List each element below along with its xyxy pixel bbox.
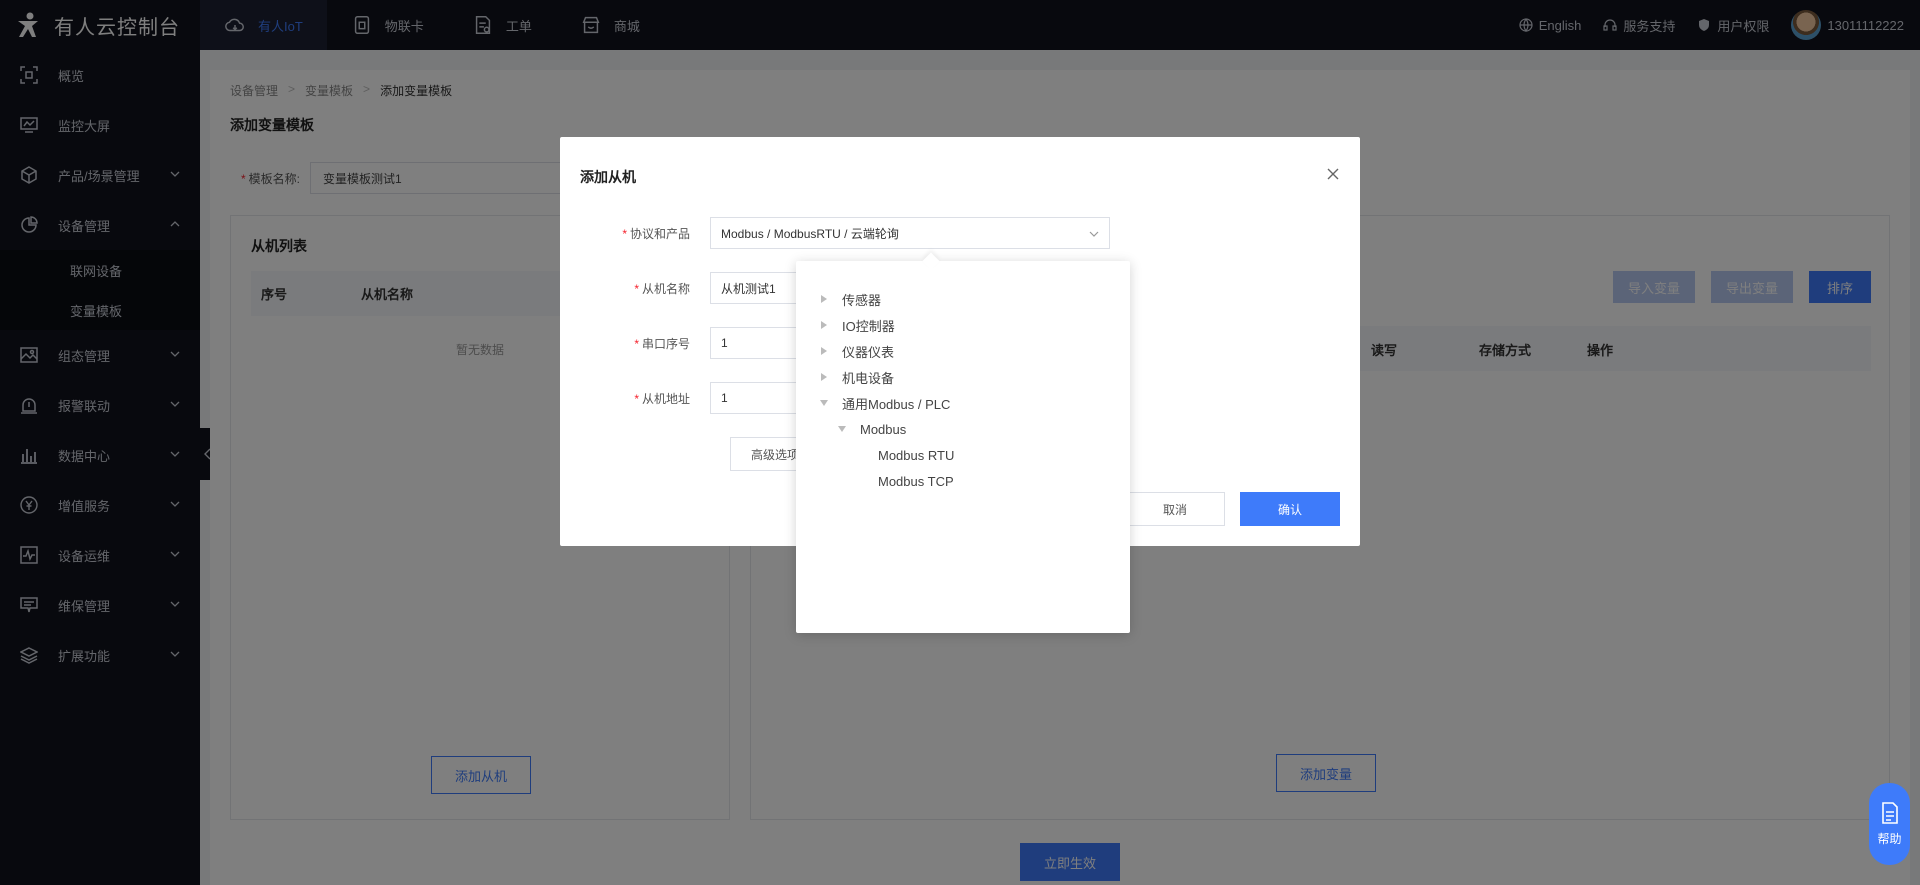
tree-node[interactable]: 传感器 xyxy=(816,286,954,312)
protocol-value: Modbus / ModbusRTU / 云端轮询 xyxy=(721,226,899,241)
modal-title: 添加从机 xyxy=(580,169,636,185)
tree-node-label: 仪器仪表 xyxy=(842,344,895,360)
serial-label-text: 串口序号 xyxy=(641,336,690,351)
tree-node[interactable]: IO控制器 xyxy=(816,312,954,338)
protocol-label-text: 协议和产品 xyxy=(629,226,690,241)
help-button[interactable]: 帮助 xyxy=(1869,783,1910,865)
required-mark: * xyxy=(634,336,639,351)
tree-node-label: 传感器 xyxy=(842,292,882,308)
cancel-button[interactable]: 取消 xyxy=(1125,492,1225,526)
address-label-text: 从机地址 xyxy=(641,391,690,406)
tree-node[interactable]: 通用Modbus / PLC xyxy=(816,390,954,416)
tree-node-label: Modbus RTU xyxy=(878,447,955,463)
close-icon[interactable] xyxy=(1326,167,1340,181)
caret-down-icon xyxy=(834,421,850,437)
tree-node[interactable]: Modbus xyxy=(816,416,954,442)
slave-name-label-text: 从机名称 xyxy=(641,281,690,296)
chevron-down-icon xyxy=(1089,231,1099,237)
required-mark: * xyxy=(622,226,627,241)
tree-node-leaf[interactable]: Modbus TCP xyxy=(816,468,954,494)
caret-down-icon xyxy=(816,395,832,411)
required-mark: * xyxy=(634,391,639,406)
protocol-cascader[interactable]: Modbus / ModbusRTU / 云端轮询 xyxy=(710,217,1110,249)
slave-name-label: * 从机名称 xyxy=(560,280,710,297)
tree-node-label: 机电设备 xyxy=(842,370,895,386)
help-label: 帮助 xyxy=(1877,831,1902,846)
cascader-tree: 传感器 IO控制器 仪器仪表 机电设备 通用Modbus / PLC Modbu… xyxy=(816,286,954,494)
protocol-cascader-dropdown: 传感器 IO控制器 仪器仪表 机电设备 通用Modbus / PLC Modbu… xyxy=(796,261,1130,633)
tree-node-label: Modbus xyxy=(860,421,907,437)
tree-node[interactable]: 机电设备 xyxy=(816,364,954,390)
tree-node-label: IO控制器 xyxy=(842,318,895,334)
protocol-label: * 协议和产品 xyxy=(560,225,710,242)
required-mark: * xyxy=(634,281,639,296)
tree-node-label: Modbus TCP xyxy=(878,473,954,489)
caret-right-icon xyxy=(816,369,832,385)
document-icon xyxy=(1881,801,1898,824)
tree-node-leaf[interactable]: Modbus RTU xyxy=(816,442,954,468)
serial-label: * 串口序号 xyxy=(560,335,710,352)
address-label: * 从机地址 xyxy=(560,390,710,407)
confirm-button[interactable]: 确认 xyxy=(1240,492,1340,526)
tree-node-label: 通用Modbus / PLC xyxy=(842,396,951,412)
caret-right-icon xyxy=(816,343,832,359)
tree-node[interactable]: 仪器仪表 xyxy=(816,338,954,364)
caret-right-icon xyxy=(816,291,832,307)
protocol-row: * 协议和产品 Modbus / ModbusRTU / 云端轮询 xyxy=(560,217,1110,249)
caret-right-icon xyxy=(816,317,832,333)
